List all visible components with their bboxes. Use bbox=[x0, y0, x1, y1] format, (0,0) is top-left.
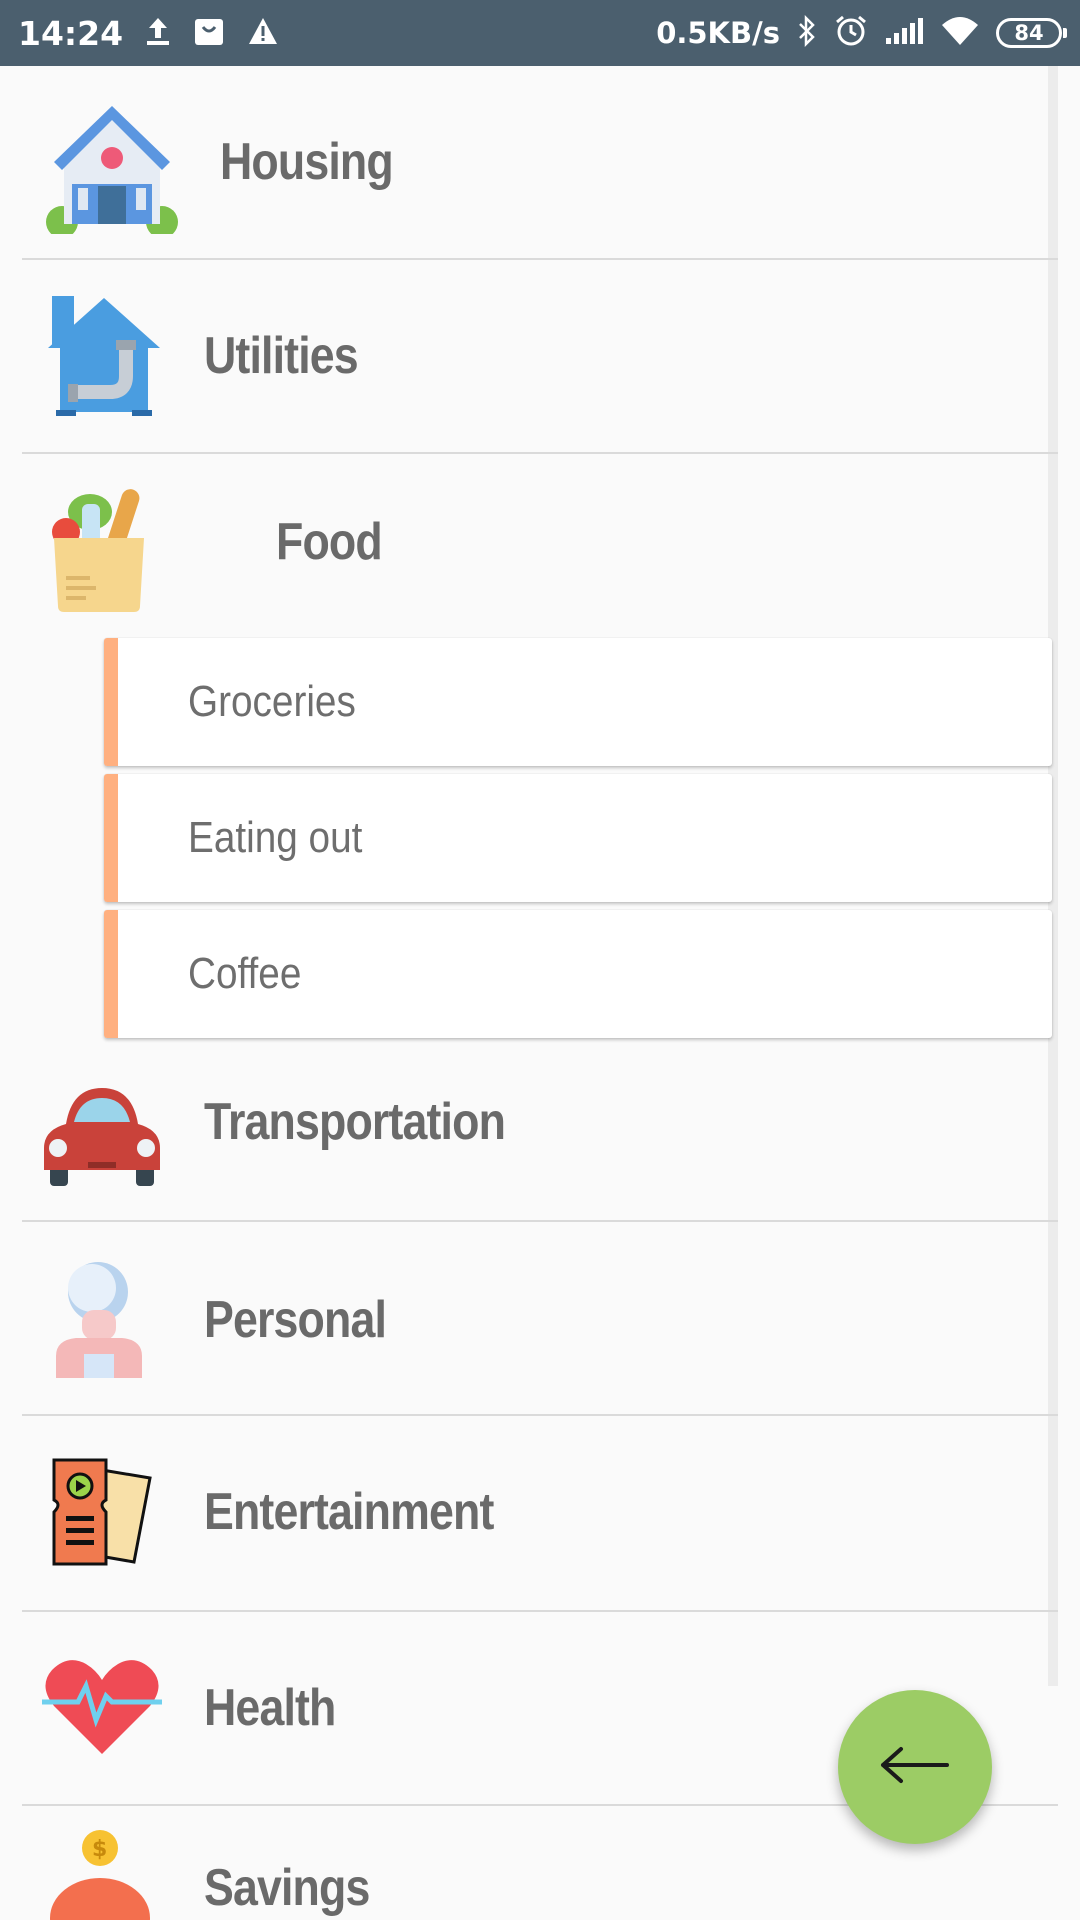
category-label-entertainment: Entertainment bbox=[204, 1483, 494, 1541]
grocery-bag-icon bbox=[52, 482, 192, 612]
category-row-housing[interactable]: Housing bbox=[22, 66, 1058, 260]
subcategory-accent bbox=[104, 638, 118, 766]
category-row-food[interactable]: Food bbox=[22, 454, 1058, 642]
category-row-transportation[interactable]: Transportation bbox=[22, 1052, 1058, 1222]
person-icon bbox=[52, 1258, 192, 1388]
battery-level: 84 bbox=[1014, 21, 1044, 45]
status-bar: 14:24 0.5KB/s 84 bbox=[0, 0, 1080, 66]
subcategory-groceries[interactable]: Groceries bbox=[104, 638, 1052, 766]
svg-text:$: $ bbox=[92, 1837, 107, 1862]
subcategory-label-groceries: Groceries bbox=[188, 677, 356, 726]
subcategory-eating-out[interactable]: Eating out bbox=[104, 774, 1052, 902]
car-icon bbox=[42, 1082, 182, 1212]
subcategory-label-coffee: Coffee bbox=[188, 949, 302, 998]
category-row-personal[interactable]: Personal bbox=[22, 1222, 1058, 1416]
category-row-entertainment[interactable]: Entertainment bbox=[22, 1416, 1058, 1612]
arrow-left-icon bbox=[879, 1745, 951, 1790]
subcategory-accent bbox=[104, 910, 118, 1038]
bluetooth-icon bbox=[796, 14, 818, 52]
piggy-bank-icon: $ bbox=[40, 1828, 180, 1920]
subcategory-label-eating-out: Eating out bbox=[188, 813, 363, 862]
subcategory-coffee[interactable]: Coffee bbox=[104, 910, 1052, 1038]
category-label-savings: Savings bbox=[204, 1859, 370, 1917]
category-label-transportation: Transportation bbox=[204, 1093, 506, 1151]
category-list[interactable]: Housing Utilities Food Groceries Eating … bbox=[0, 66, 1080, 1920]
shopping-bag-icon bbox=[193, 15, 225, 52]
subcategory-accent bbox=[104, 774, 118, 902]
alarm-icon bbox=[834, 14, 868, 53]
ticket-icon bbox=[50, 1456, 190, 1586]
house-icon bbox=[42, 104, 182, 238]
category-row-utilities[interactable]: Utilities bbox=[22, 260, 1058, 454]
network-speed: 0.5KB/s bbox=[656, 16, 780, 50]
upload-icon bbox=[145, 16, 171, 51]
heartbeat-icon bbox=[42, 1656, 182, 1786]
wifi-icon bbox=[940, 15, 980, 52]
category-label-utilities: Utilities bbox=[204, 327, 359, 385]
back-fab-button[interactable] bbox=[838, 1690, 992, 1844]
signal-icon bbox=[884, 16, 924, 51]
warning-icon bbox=[247, 16, 279, 51]
pipe-house-icon bbox=[44, 294, 184, 424]
battery-indicator: 84 bbox=[996, 18, 1067, 48]
category-label-housing: Housing bbox=[220, 133, 394, 191]
status-time: 14:24 bbox=[18, 13, 124, 53]
category-label-food: Food bbox=[276, 513, 383, 571]
category-label-personal: Personal bbox=[204, 1291, 387, 1349]
category-label-health: Health bbox=[204, 1679, 336, 1737]
